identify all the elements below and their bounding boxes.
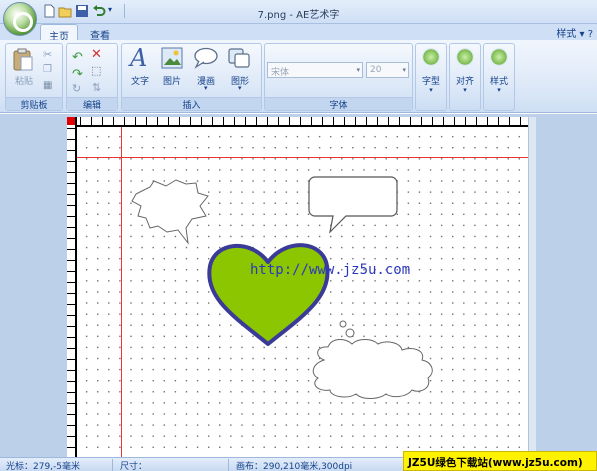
glyph-icon — [422, 48, 440, 66]
group-insert-label: 插入 — [122, 97, 261, 111]
paste-icon[interactable] — [12, 48, 34, 72]
shape-icon[interactable] — [227, 47, 251, 69]
cut-icon[interactable]: ✂ — [43, 48, 52, 61]
tab-view[interactable]: 查看 — [82, 24, 118, 42]
insert-text-button[interactable]: 文字 — [127, 74, 153, 87]
object-size: 尺寸： — [120, 462, 148, 471]
align-dropdown-icon: ▾ — [463, 86, 467, 94]
shape-dropdown-icon[interactable]: ▾ — [238, 84, 242, 92]
group-clipboard-label: 剪贴板 — [6, 97, 62, 111]
status-separator — [228, 459, 229, 471]
vertical-scrollbar[interactable] — [528, 117, 536, 457]
insert-picture-button[interactable]: 图片 — [159, 74, 185, 87]
group-align[interactable]: 对齐 ▾ — [449, 43, 481, 111]
comic-bubble-icon[interactable] — [193, 47, 219, 69]
font-size-select[interactable]: 20 ▾ — [366, 62, 409, 78]
window-title: 7.png - AE艺术字 — [257, 10, 340, 21]
cursor-position: 光标：279,-5毫米 — [6, 462, 81, 471]
canvas-info: 画布：290,210毫米,300dpi — [236, 462, 353, 471]
horizontal-ruler[interactable] — [69, 117, 528, 127]
ruler-origin-marker[interactable] — [67, 117, 75, 125]
align-icon — [456, 48, 474, 66]
format-painter-icon[interactable]: ▦ — [43, 80, 52, 91]
paste-button[interactable]: 粘贴 — [11, 74, 37, 87]
vertical-guide-line[interactable] — [121, 127, 122, 457]
style-icon — [490, 48, 508, 66]
font-size-dropdown-icon: ▾ — [402, 66, 406, 74]
app-menu-button[interactable] — [3, 2, 37, 36]
url-text[interactable]: http://www.jz5u.com — [250, 262, 410, 278]
flip-icon[interactable]: ⇅ — [92, 81, 101, 94]
style-dropdown-icon: ▾ — [497, 86, 501, 94]
redo-icon[interactable]: ↷ — [72, 67, 83, 82]
group-style[interactable]: 样式 ▾ — [483, 43, 515, 111]
canvas-paper[interactable] — [67, 117, 528, 457]
status-separator — [112, 459, 113, 471]
group-glyph[interactable]: 字型 ▾ — [415, 43, 447, 111]
select-all-icon[interactable]: ⬚ — [91, 64, 101, 77]
group-font-label: 字体 — [265, 97, 412, 111]
style-menu[interactable]: 样式 ▾ ? — [556, 25, 593, 40]
text-icon[interactable]: A — [130, 44, 147, 72]
tab-home[interactable]: 主页 — [40, 24, 78, 43]
watermark-badge: JZ5U绿色下载站(www.jz5u.com) — [403, 451, 597, 471]
copy-icon[interactable]: ❐ — [43, 64, 52, 75]
font-size-value: 20 — [370, 65, 382, 75]
group-edit-label: 编辑 — [67, 97, 117, 111]
horizontal-guide-line[interactable] — [77, 157, 528, 158]
delete-icon[interactable]: ✕ — [91, 47, 102, 62]
glyph-dropdown-icon: ▾ — [429, 86, 433, 94]
vertical-ruler[interactable] — [67, 117, 77, 457]
rotate-icon[interactable]: ↻ — [72, 82, 81, 95]
picture-icon[interactable] — [161, 47, 183, 69]
font-family-dropdown-icon: ▾ — [356, 66, 360, 74]
font-family-select[interactable]: 宋体 ▾ — [267, 62, 363, 78]
comic-dropdown-icon[interactable]: ▾ — [204, 84, 208, 92]
undo-large-icon[interactable]: ↶ — [72, 50, 83, 65]
font-family-value: 宋体 — [271, 68, 290, 78]
